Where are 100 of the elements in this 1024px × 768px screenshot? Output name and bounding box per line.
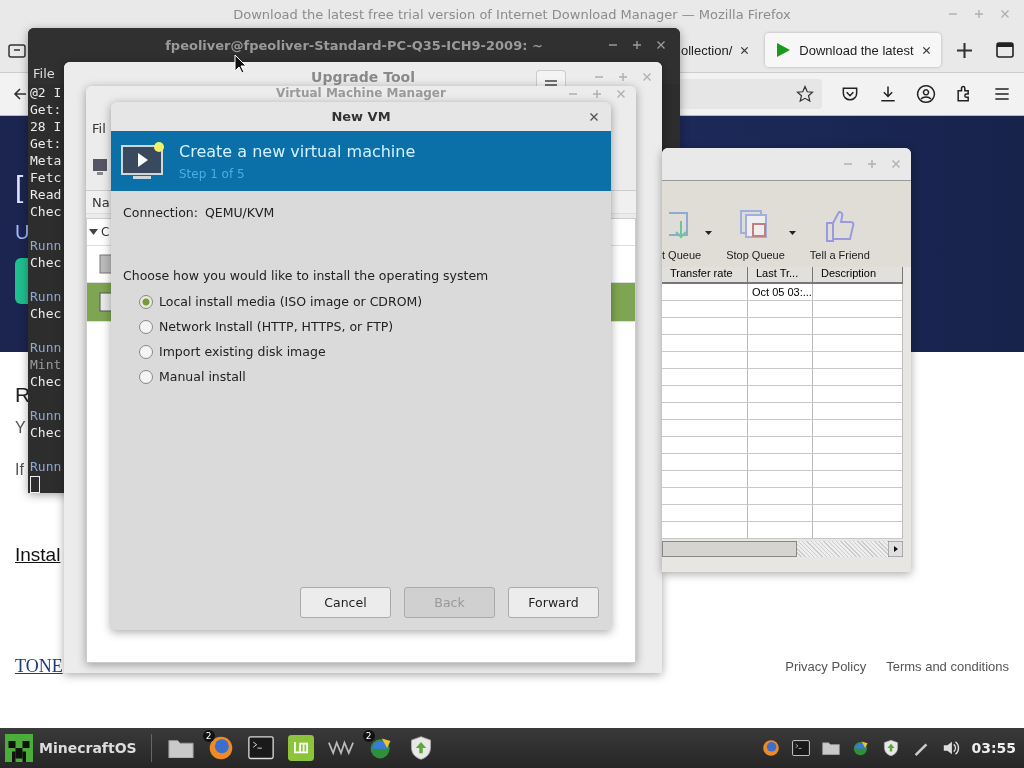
table-cell — [748, 505, 813, 522]
toolbar-button[interactable]: Stop Queue — [726, 209, 785, 261]
table-cell — [748, 335, 813, 352]
table-cell — [748, 522, 813, 539]
radio-option[interactable]: Local install media (ISO image or CDROM) — [139, 289, 423, 314]
subheading-text: U — [15, 222, 30, 242]
window-title: fpeoliver@fpeoliver-Standard-PC-Q35-ICH9-2009: ~ — [165, 37, 543, 53]
taskbar-launcher[interactable] — [285, 733, 316, 763]
creeper-icon[interactable] — [5, 734, 33, 762]
table-cell — [748, 471, 813, 488]
terminal-line: Meta — [30, 152, 62, 169]
terminal-line: Get: — [30, 135, 62, 152]
maximize-icon[interactable] — [632, 40, 642, 50]
column-header[interactable]: Na — [92, 194, 110, 210]
monitor-icon[interactable] — [92, 157, 108, 177]
terminal-line: Chec — [30, 254, 62, 271]
dialog-button[interactable]: Forward — [508, 587, 599, 618]
prompt-text: Choose how you would like to install the operating system — [123, 268, 490, 283]
browser-tab[interactable]: ollection/ — [681, 33, 760, 67]
mint-logo-icon — [287, 735, 314, 761]
shield-icon — [882, 739, 901, 757]
column-header[interactable]: Last Tr... — [748, 267, 813, 284]
paragraph-text: If — [15, 462, 24, 478]
volume-icon — [942, 739, 961, 757]
toolbar-button[interactable]: Tell a Friend — [809, 209, 870, 261]
radio-option[interactable]: Import existing disk image — [139, 339, 326, 364]
table-cell — [748, 386, 813, 403]
folder-icon — [167, 737, 194, 759]
taskbar-launcher[interactable]: 2 — [365, 733, 396, 763]
terminal-line: Get: — [30, 101, 62, 118]
table-cell — [748, 437, 813, 454]
browser-tab[interactable]: Download the latest — [765, 33, 941, 67]
count-badge: 2 — [202, 730, 215, 742]
close-icon[interactable] — [921, 45, 931, 55]
close-icon[interactable] — [656, 40, 666, 50]
clock[interactable]: 03:55 — [971, 740, 1016, 756]
account-icon[interactable] — [916, 84, 936, 104]
toolbar-button[interactable]: t Queue — [662, 209, 702, 261]
menu-icon[interactable] — [545, 80, 557, 86]
close-icon[interactable] — [589, 111, 599, 122]
plus-icon[interactable] — [956, 42, 972, 58]
play-icon — [775, 42, 792, 58]
dialog-title: New VM — [331, 109, 391, 124]
terminal-line: Chec — [30, 305, 62, 322]
dropdown-caret-icon[interactable] — [788, 231, 796, 235]
terminal-line: Chec — [30, 424, 62, 441]
table-cell — [748, 454, 813, 471]
menu-item[interactable]: File — [33, 65, 55, 81]
firefox-icon — [762, 739, 781, 757]
field-label: Connection: — [123, 205, 198, 220]
vm-icon — [99, 292, 113, 312]
table-cell — [748, 488, 813, 505]
install-link[interactable]: Instal — [15, 544, 61, 566]
terminal-line: Runn — [30, 407, 62, 424]
terminal-line: Chec — [30, 373, 62, 390]
footer-link[interactable]: Terms and conditions — [886, 659, 1009, 674]
terminal-line: Runn — [30, 339, 62, 356]
mouse-cursor-icon — [234, 54, 248, 74]
window-icon[interactable] — [995, 42, 1014, 58]
table-cell — [748, 420, 813, 437]
cta-button[interactable] — [15, 258, 28, 304]
folder-icon — [822, 740, 841, 756]
expander-icon[interactable] — [89, 228, 98, 236]
table-cell — [748, 352, 813, 369]
dropdown-caret-icon[interactable] — [705, 231, 713, 235]
table-cell — [748, 369, 813, 386]
terminal-line: Read — [30, 186, 62, 203]
terminal-line: Runn — [30, 237, 62, 254]
terminal-line: Fetc — [30, 169, 62, 186]
tab-list-icon[interactable] — [8, 42, 26, 58]
footer-link[interactable]: Privacy Policy — [785, 659, 867, 674]
menu-item[interactable]: Fil — [92, 120, 106, 136]
column-header[interactable]: Transfer rate — [662, 267, 748, 284]
terminal-line: @2 I — [30, 84, 62, 101]
menu-button[interactable] — [536, 70, 566, 86]
window-title: Upgrade Tool — [311, 69, 415, 85]
count-badge: 2 — [362, 730, 375, 742]
terminal-line: Mint — [30, 356, 62, 373]
terminal-icon — [247, 736, 274, 760]
field-value: QEMU/KVM — [204, 205, 275, 220]
close-icon[interactable] — [740, 45, 750, 55]
download-icon[interactable] — [878, 84, 898, 104]
dialog-heading: Create a new virtual machine — [179, 141, 416, 161]
site-logo[interactable]: TONE — [15, 656, 63, 677]
column-header[interactable]: Description — [813, 267, 903, 284]
connection-label: C — [101, 225, 110, 239]
terminal-line: 28 I — [30, 118, 62, 135]
section-heading: R — [15, 384, 31, 405]
radio-option[interactable]: Manual install — [139, 364, 246, 389]
taskbar-launcher[interactable]: 2 — [205, 733, 236, 763]
window-title: Virtual Machine Manager — [276, 86, 446, 100]
star-icon[interactable] — [796, 85, 814, 103]
radio-option[interactable]: Network Install (HTTP, HTTPS, or FTP) — [139, 314, 394, 339]
back-icon[interactable] — [12, 86, 28, 102]
dialog-button[interactable]: Cancel — [300, 587, 391, 618]
scroll-right-icon[interactable] — [888, 541, 903, 557]
start-menu-label[interactable]: MinecraftOS — [39, 740, 137, 756]
terminal-line: Runn — [30, 288, 62, 305]
table-cell — [748, 301, 813, 318]
scrollbar-thumb[interactable] — [662, 541, 797, 557]
